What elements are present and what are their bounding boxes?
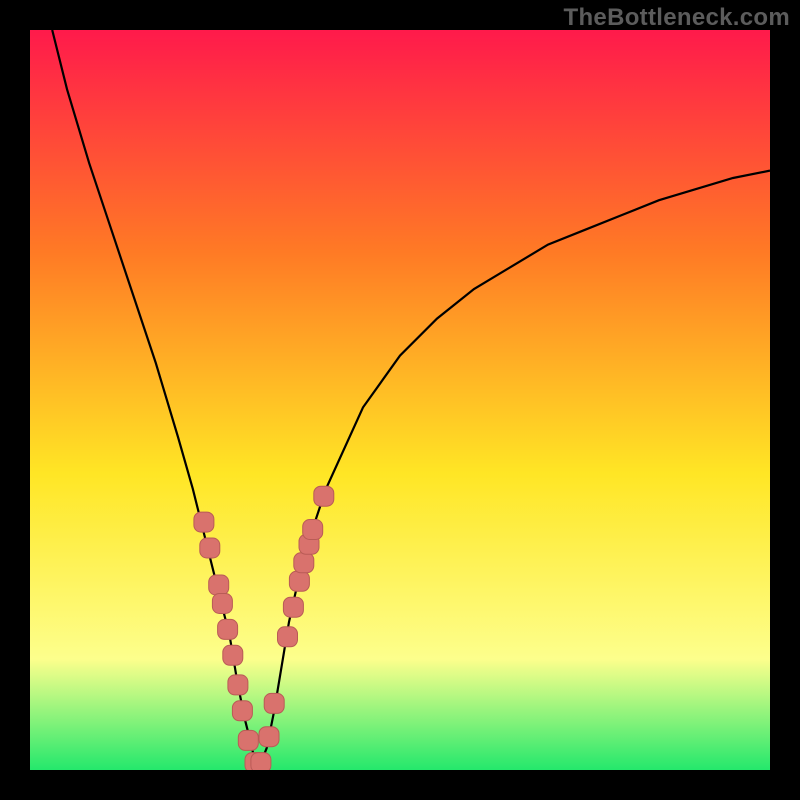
data-point — [200, 538, 220, 558]
highlight-bands — [30, 637, 770, 770]
plot-area — [30, 30, 770, 770]
chart-svg — [30, 30, 770, 770]
data-point — [238, 730, 258, 750]
data-point — [278, 627, 298, 647]
data-point — [223, 645, 243, 665]
watermark-text: TheBottleneck.com — [564, 4, 790, 32]
data-point — [194, 512, 214, 532]
data-point — [259, 727, 279, 747]
chart-container: TheBottleneck.com — [0, 0, 800, 800]
data-point — [283, 597, 303, 617]
data-point — [212, 594, 232, 614]
data-point — [209, 575, 229, 595]
data-point — [314, 486, 334, 506]
data-point — [294, 553, 314, 573]
data-point — [251, 753, 271, 770]
highlight-band — [30, 637, 770, 748]
highlight-band — [30, 748, 770, 770]
data-point — [228, 675, 248, 695]
data-point — [289, 571, 309, 591]
data-point — [303, 520, 323, 540]
data-point — [232, 701, 252, 721]
data-point — [264, 693, 284, 713]
data-point — [218, 619, 238, 639]
